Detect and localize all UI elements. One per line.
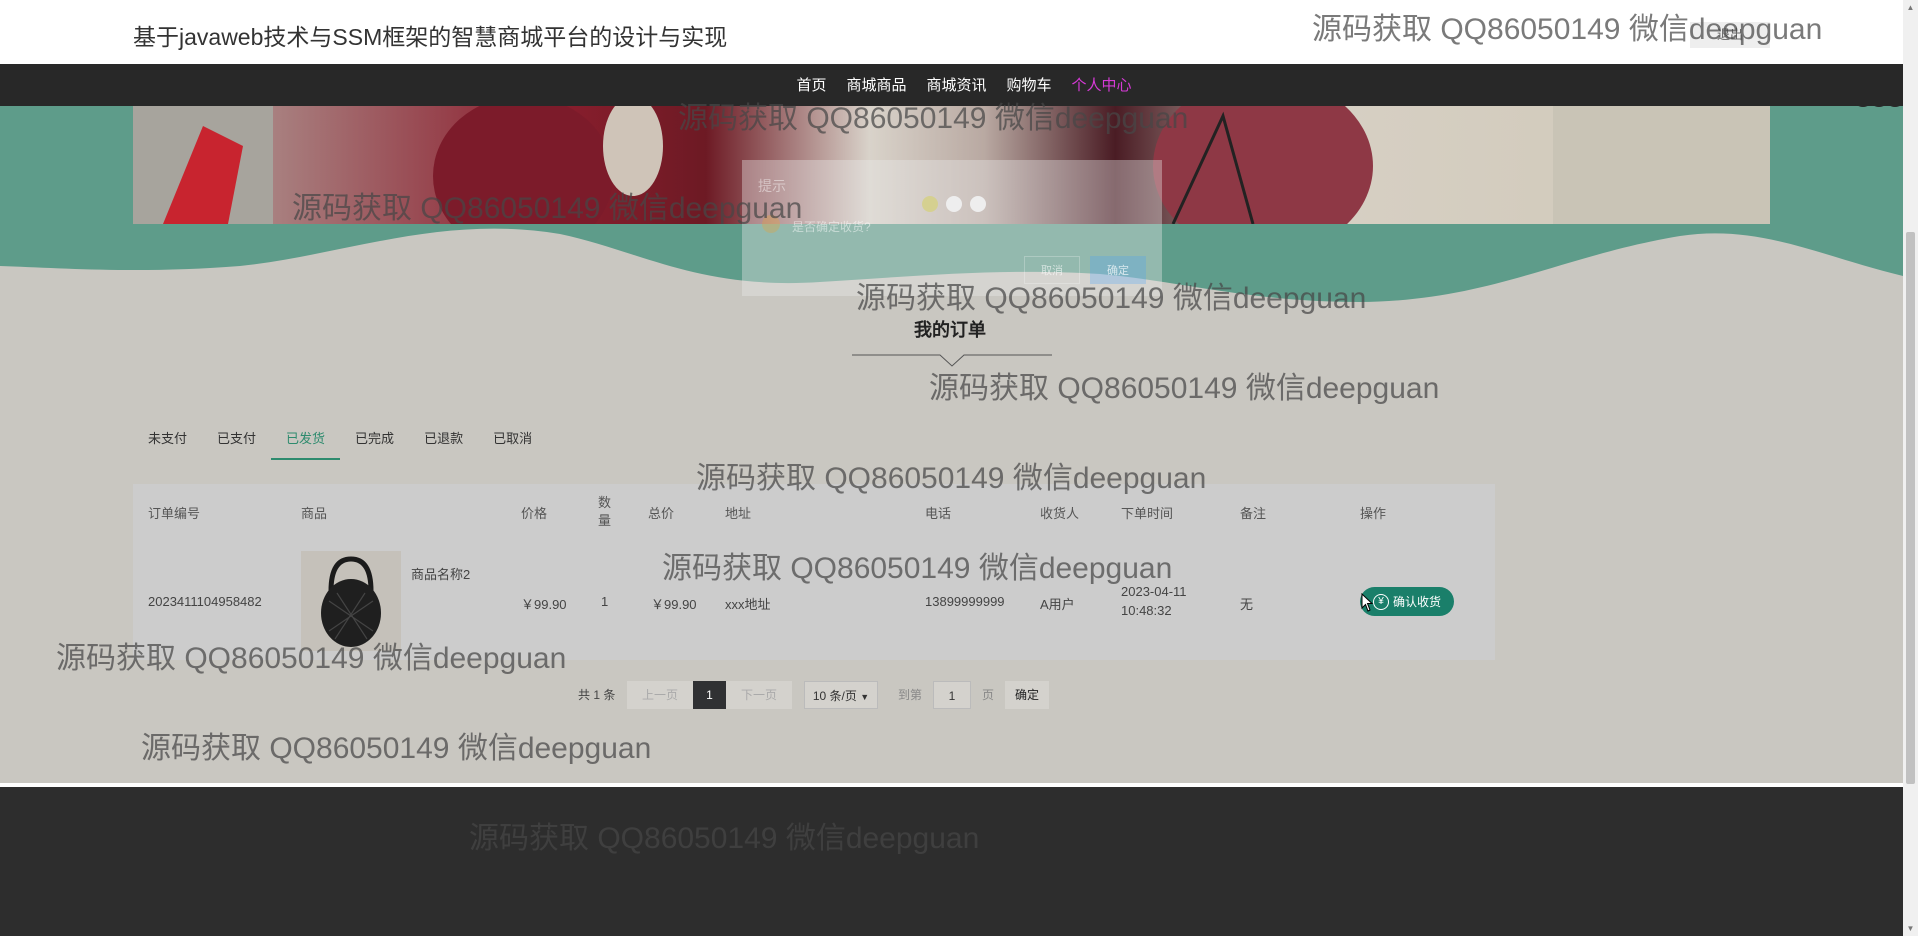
product-image[interactable] [301, 551, 401, 651]
header-price: 价格 [521, 505, 548, 521]
section-title: 我的订单 [914, 320, 986, 340]
section-title-divider [852, 354, 1052, 367]
product-name[interactable]: 商品名称2 [411, 564, 470, 583]
handbag-icon [301, 551, 401, 651]
header-address: 地址 [725, 505, 752, 521]
pagination-confirm-button[interactable]: 确定 [1005, 681, 1049, 709]
order-date: 2023-04-11 [1121, 584, 1187, 599]
chevron-down-icon: ▼ [860, 692, 870, 702]
orders-table: 订单编号 商品 价格 数量 总价 地址 电话 收货人 下单时间 备注 操作 20… [133, 484, 1495, 660]
header-phone: 电话 [925, 505, 952, 521]
tab-paid[interactable]: 已支付 [202, 418, 271, 460]
order-status-tabs: 未支付 已支付 已发货 已完成 已退款 已取消 [133, 418, 547, 460]
pagination-next[interactable]: 下一页 [726, 681, 792, 709]
price: ￥99.90 [521, 597, 567, 612]
order-no: 2023411104958482 [148, 594, 262, 609]
pagination-total: 共 1 条 [578, 688, 616, 702]
header-order-no: 订单编号 [148, 505, 201, 521]
dialog-confirm-button[interactable]: 确定 [1090, 256, 1146, 284]
confirm-receipt-dialog: 提示 是否确定收货? 取消 确定 [742, 160, 1162, 296]
site-title: 基于javaweb技术与SSM框架的智慧商城平台的设计与实现 [133, 24, 728, 50]
dialog-cancel-button[interactable]: 取消 [1024, 256, 1080, 284]
total-price: ￥99.90 [651, 597, 697, 612]
tab-refunded[interactable]: 已退款 [409, 418, 478, 460]
yen-icon: ¥ [1372, 593, 1389, 610]
address: xxx地址 [725, 597, 771, 612]
page-size-value: 10 条/页 [812, 689, 857, 703]
order-time: 10:48:32 [1121, 603, 1172, 618]
header-action: 操作 [1360, 505, 1387, 521]
pagination-prev[interactable]: 上一页 [627, 681, 693, 709]
tab-shipped[interactable]: 已发货 [271, 418, 341, 460]
header-qty: 数量 [598, 495, 612, 528]
header-product: 商品 [301, 505, 328, 521]
logout-button[interactable]: 退出 [1690, 22, 1770, 48]
confirm-receipt-label: 确认收货 [1392, 595, 1441, 609]
dialog-title: 提示 [758, 178, 786, 194]
tab-completed[interactable]: 已完成 [340, 418, 409, 460]
pagination-page-unit: 页 [982, 688, 995, 702]
watermark: 源码获取 QQ86050149 微信deepguan [141, 732, 652, 765]
top-bar: 基于javaweb技术与SSM框架的智慧商城平台的设计与实现 退出 [0, 0, 1903, 64]
header-note: 备注 [1240, 505, 1267, 521]
tab-cancelled[interactable]: 已取消 [478, 418, 547, 460]
tab-unpaid[interactable]: 未支付 [133, 418, 202, 460]
warning-icon [762, 215, 780, 233]
quantity: 1 [601, 594, 609, 609]
scroll-down-arrow-icon[interactable]: ▼ [1903, 921, 1918, 936]
page-size-select[interactable]: 10 条/页 ▼ [804, 681, 878, 709]
scrollbar-thumb[interactable] [1906, 232, 1915, 784]
header-total: 总价 [648, 505, 675, 521]
pagination-current-page[interactable]: 1 [693, 681, 726, 709]
header-order-time: 下单时间 [1121, 505, 1174, 521]
note: 无 [1240, 597, 1254, 612]
phone: 13899999999 [925, 594, 1005, 609]
pagination-goto-label: 到第 [898, 688, 923, 702]
receiver: A用户 [1040, 597, 1075, 612]
pagination-goto-input[interactable]: 1 [933, 681, 971, 709]
dialog-message: 是否确定收货? [792, 220, 871, 234]
footer [0, 787, 1903, 936]
scroll-up-arrow-icon[interactable]: ▲ [1903, 0, 1918, 15]
header-receiver: 收货人 [1040, 505, 1080, 521]
mouse-cursor-icon [1361, 593, 1374, 612]
